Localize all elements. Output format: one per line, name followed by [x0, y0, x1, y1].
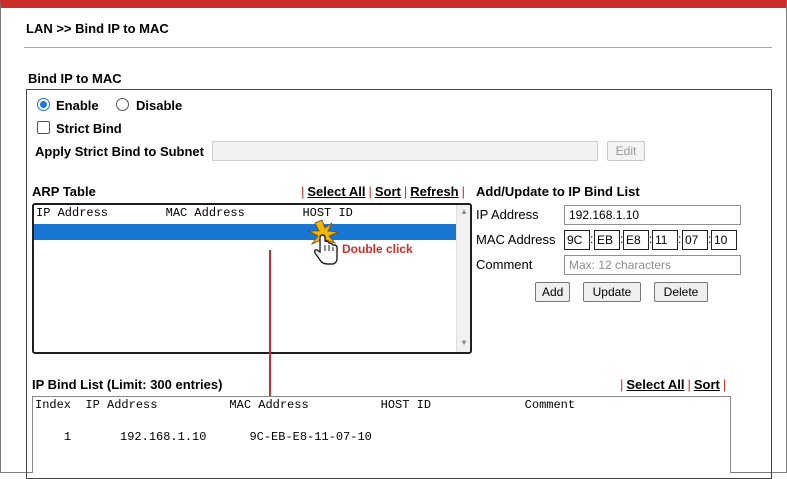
arp-scrollbar[interactable]: ▲ ▼: [456, 205, 470, 352]
mac-separator: :: [590, 232, 594, 246]
arp-table-title: ARP Table: [32, 184, 96, 199]
section-title: Bind IP to MAC: [28, 71, 122, 86]
update-button[interactable]: Update: [583, 282, 641, 302]
mac-octet-5[interactable]: 07: [682, 230, 708, 250]
bind-row-index: 1: [63, 430, 72, 444]
disable-radio[interactable]: [116, 98, 129, 111]
ip-address-input[interactable]: [564, 205, 741, 225]
bind-row-ip: 192.168.1.10: [120, 430, 207, 444]
add-button[interactable]: Add: [535, 282, 570, 302]
ip-bind-list-links: | Select All | Sort |: [620, 377, 727, 392]
comment-input[interactable]: [564, 255, 741, 275]
mac-octet-1[interactable]: 9C: [564, 230, 590, 250]
ip-bind-row[interactable]: 1 192.168.1.10 9C-EB-E8-11-07-10: [35, 416, 372, 444]
strict-bind-checkbox[interactable]: [37, 121, 50, 134]
comment-label: Comment: [476, 257, 533, 272]
bind-row-mac: 9C-EB-E8-11-07-10: [249, 430, 372, 444]
arp-table-links: | Select All | Sort | Refresh |: [301, 184, 466, 199]
bind-sort-link[interactable]: Sort: [694, 377, 720, 392]
arp-row-ip: 192.168.1.10: [64, 238, 152, 252]
arp-select-all-link[interactable]: Select All: [307, 184, 365, 199]
ip-bind-list-title: IP Bind List (Limit: 300 entries): [32, 377, 223, 392]
disable-label: Disable: [136, 98, 183, 113]
enable-label: Enable: [56, 98, 99, 113]
mac-octet-2[interactable]: EB: [594, 230, 620, 250]
ip-bind-listbox[interactable]: Index IP Address MAC Address HOST ID Com…: [32, 396, 731, 473]
arp-sort-link[interactable]: Sort: [375, 184, 401, 199]
divider: [24, 47, 772, 48]
edit-button[interactable]: Edit: [607, 141, 645, 161]
double-click-annotation: Double click: [342, 242, 413, 256]
mac-address-label: MAC Address: [476, 232, 556, 247]
ip-bind-header: Index IP Address MAC Address HOST ID Com…: [35, 398, 576, 412]
arp-refresh-link[interactable]: Refresh: [410, 184, 458, 199]
mac-octet-4[interactable]: 11: [652, 230, 678, 250]
bind-select-all-link[interactable]: Select All: [626, 377, 684, 392]
mac-octet-3[interactable]: E8: [623, 230, 649, 250]
click-hand-icon: [307, 219, 340, 265]
apply-subnet-input[interactable]: [212, 141, 598, 161]
scroll-up-icon[interactable]: ▲: [459, 208, 469, 218]
scroll-down-icon[interactable]: ▼: [459, 339, 469, 349]
add-update-title: Add/Update to IP Bind List: [476, 184, 640, 199]
arp-row-mac: 9C-EB-E8-11-07-10: [199, 238, 322, 252]
mac-separator: :: [678, 232, 682, 246]
arp-table-listbox[interactable]: IP Address MAC Address HOST ID 192.168.1…: [32, 203, 472, 354]
delete-button[interactable]: Delete: [654, 282, 708, 302]
enable-radio[interactable]: [37, 98, 50, 111]
apply-subnet-label: Apply Strict Bind to Subnet: [35, 144, 204, 159]
mac-octet-6[interactable]: 10: [711, 230, 737, 250]
arp-table-row[interactable]: 192.168.1.10 9C-EB-E8-11-07-10: [34, 224, 456, 252]
breadcrumb: LAN >> Bind IP to MAC: [26, 21, 169, 36]
ip-address-label: IP Address: [476, 207, 539, 222]
strict-bind-label: Strict Bind: [56, 121, 122, 136]
